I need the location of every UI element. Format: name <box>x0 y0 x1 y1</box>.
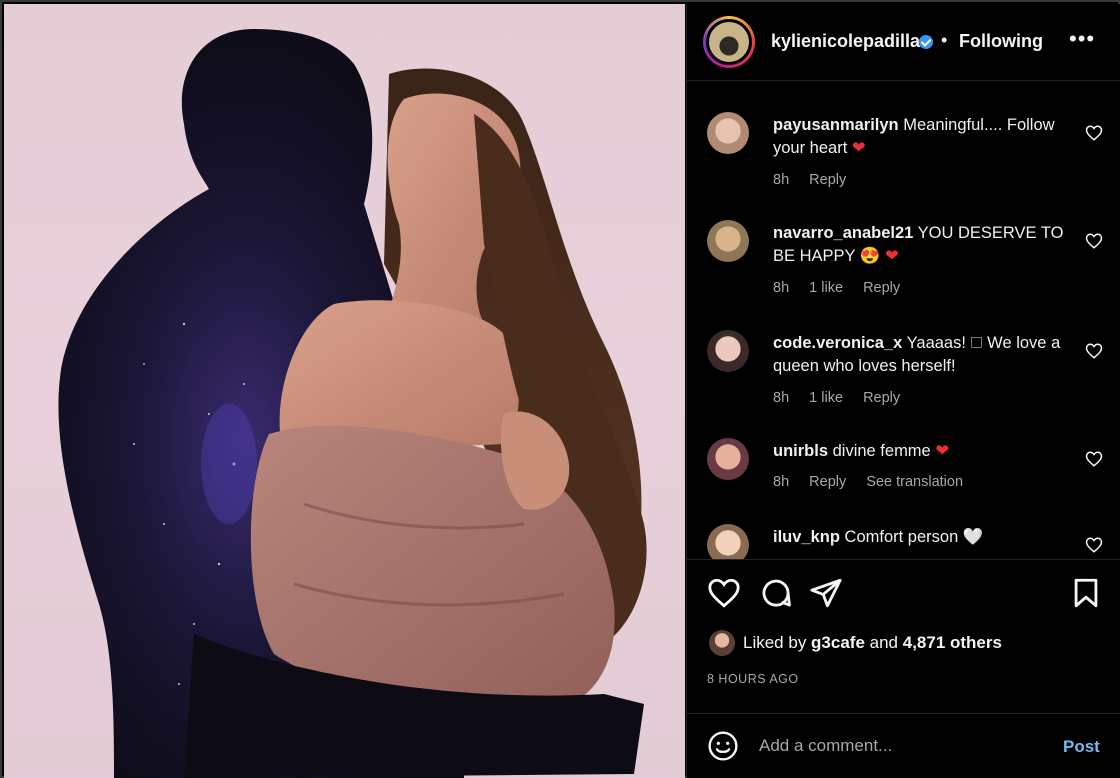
username-link[interactable]: kylienicolepadilla <box>771 31 920 52</box>
comment-meta: 8h Reply <box>773 172 862 188</box>
see-translation-link[interactable]: See translation <box>866 474 963 490</box>
liker-username[interactable]: g3cafe <box>811 633 865 652</box>
liker-avatar <box>709 630 735 656</box>
comment-time: 8h <box>773 390 790 406</box>
comment-body: divine femme <box>832 442 931 460</box>
verified-badge-icon <box>919 35 933 49</box>
comment-input[interactable] <box>759 729 1039 763</box>
post-actions: Liked by g3cafe and 4,871 others 8 HOURS… <box>687 564 1120 714</box>
comment-time: 8h <box>773 280 790 296</box>
reply-button[interactable]: Reply <box>863 280 900 296</box>
comment-heart-icon[interactable] <box>1085 450 1103 468</box>
comment-username[interactable]: code.veronica_x <box>773 334 902 352</box>
comment-emoji: ❤ <box>935 442 950 460</box>
comment-text-block: navarro_anabel21 YOU DESERVE TO BE HAPPY… <box>773 222 1073 268</box>
likes-text: Liked by g3cafe and 4,871 others <box>743 633 1002 652</box>
paper-plane-icon[interactable] <box>809 576 843 610</box>
comment-text-block: iluv_knp Comfort person 🤍 <box>773 526 1073 549</box>
comment-meta: 8h 1 like Reply <box>773 280 916 296</box>
comment-heart-icon[interactable] <box>1085 232 1103 250</box>
comment-emoji: ❤ <box>851 139 866 157</box>
commenter-avatar[interactable] <box>707 220 749 262</box>
add-comment-bar: Post <box>687 715 1120 778</box>
reply-button[interactable]: Reply <box>809 172 846 188</box>
reply-button[interactable]: Reply <box>863 390 900 406</box>
comment-meta: 8h 1 like Reply <box>773 390 916 406</box>
comment-heart-icon[interactable] <box>1085 342 1103 360</box>
comment-username[interactable]: iluv_knp <box>773 528 840 546</box>
post-details-panel: kylienicolepadilla • Following ••• payus… <box>686 4 1120 778</box>
comments-list[interactable]: payusanmarilyn Meaningful.... Follow you… <box>687 82 1120 560</box>
post-image-illustration <box>58 29 647 778</box>
comment-body: Comfort person <box>844 528 959 546</box>
bookmark-icon[interactable] <box>1069 576 1103 610</box>
speech-bubble-icon[interactable] <box>759 576 793 610</box>
heart-outline-icon[interactable] <box>707 576 741 610</box>
commenter-avatar[interactable] <box>707 112 749 154</box>
comment-username[interactable]: payusanmarilyn <box>773 116 899 134</box>
comment-emoji: 😍 ❤ <box>859 247 899 265</box>
comment-time: 8h <box>773 474 790 490</box>
comment-time: 8h <box>773 172 790 188</box>
profile-avatar[interactable] <box>703 16 755 68</box>
commenter-avatar[interactable] <box>707 330 749 372</box>
commenter-avatar[interactable] <box>707 524 749 559</box>
commenter-avatar[interactable] <box>707 438 749 480</box>
comment-username[interactable]: navarro_anabel21 <box>773 224 913 242</box>
comment-meta: 8h Reply See translation <box>773 474 979 490</box>
following-button[interactable]: Following <box>959 31 1043 52</box>
smiley-icon[interactable] <box>707 730 739 762</box>
more-options-icon[interactable]: ••• <box>1069 26 1095 52</box>
likes-others-link[interactable]: 4,871 others <box>903 633 1002 652</box>
post-photo[interactable] <box>4 4 685 778</box>
comment-username[interactable]: unirbls <box>773 442 828 460</box>
comment-heart-icon[interactable] <box>1085 536 1103 554</box>
separator-dot: • <box>941 30 948 50</box>
post-header: kylienicolepadilla • Following ••• <box>687 4 1120 81</box>
comment-emoji: 🤍 <box>962 528 984 546</box>
comment-text-block: unirbls divine femme ❤ <box>773 440 1073 463</box>
reply-button[interactable]: Reply <box>809 474 846 490</box>
comment-heart-icon[interactable] <box>1085 124 1103 142</box>
comment-likes-count[interactable]: 1 like <box>809 390 843 406</box>
comment-text-block: code.veronica_x Yaaaas! 🗆 We love a quee… <box>773 332 1073 378</box>
instagram-post-window: kylienicolepadilla • Following ••• payus… <box>0 0 1120 778</box>
post-timestamp: 8 HOURS AGO <box>707 672 799 686</box>
comment-text-block: payusanmarilyn Meaningful.... Follow you… <box>773 114 1073 160</box>
comment-likes-count[interactable]: 1 like <box>809 280 843 296</box>
post-comment-button[interactable]: Post <box>1063 737 1100 757</box>
